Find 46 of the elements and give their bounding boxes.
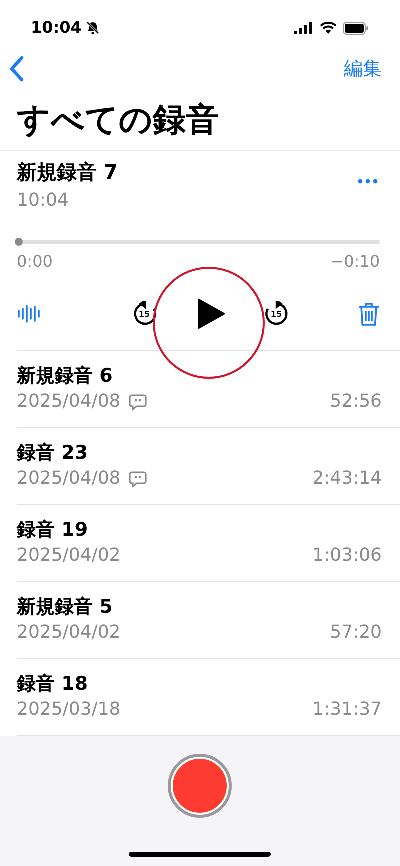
trash-icon bbox=[358, 302, 380, 326]
wifi-icon bbox=[320, 22, 337, 34]
recording-time: 10:04 bbox=[17, 189, 70, 213]
recording-duration: 2:43:14 bbox=[312, 467, 382, 491]
status-time: 10:04 bbox=[31, 17, 82, 39]
record-icon bbox=[173, 759, 227, 813]
recording-name: 新規録音 7 bbox=[17, 159, 118, 185]
page-title: すべての録音 bbox=[16, 99, 220, 141]
play-icon bbox=[196, 298, 226, 330]
bell-slash-icon bbox=[86, 21, 100, 35]
waveform-button[interactable] bbox=[17, 302, 41, 326]
skip-back-button[interactable]: 15 bbox=[132, 301, 158, 327]
progress-thumb[interactable] bbox=[15, 238, 23, 246]
skip-forward-button[interactable]: 15 bbox=[264, 301, 290, 327]
recording-name: 録音 18 bbox=[17, 672, 90, 697]
back-icon bbox=[9, 56, 25, 82]
recording-row[interactable]: 録音 19 2025/04/02 1:03:06 bbox=[17, 505, 400, 582]
recording-date: 2025/04/08 bbox=[17, 467, 121, 491]
remaining-time: −0:10 bbox=[330, 251, 380, 273]
recording-row[interactable]: 新規録音 5 2025/04/02 57:20 bbox=[17, 582, 400, 659]
recording-name: 録音 19 bbox=[17, 518, 90, 543]
recording-row[interactable]: 録音 23 2025/04/08 2:43:14 bbox=[17, 428, 400, 505]
play-button[interactable] bbox=[196, 298, 226, 330]
recording-date: 2025/04/02 bbox=[17, 621, 121, 645]
recording-duration: 1:03:06 bbox=[312, 544, 382, 568]
recording-date: 2025/04/08 bbox=[17, 390, 121, 414]
comment-icon bbox=[128, 470, 147, 488]
recording-name: 新規録音 5 bbox=[17, 595, 114, 620]
delete-button[interactable] bbox=[358, 302, 380, 326]
recording-duration: 52:56 bbox=[330, 390, 382, 414]
signal-icon bbox=[294, 22, 314, 34]
recording-duration: 1:31:37 bbox=[312, 698, 382, 722]
edit-button[interactable]: 編集 bbox=[344, 54, 382, 84]
back-button[interactable] bbox=[9, 56, 25, 82]
more-icon bbox=[358, 179, 378, 184]
waveform-icon bbox=[17, 302, 41, 326]
recording-row[interactable]: 新規録音 6 2025/04/08 52:56 bbox=[17, 351, 400, 428]
elapsed-time: 0:00 bbox=[17, 251, 53, 273]
recording-name: 録音 23 bbox=[17, 441, 90, 466]
recording-name: 新規録音 6 bbox=[17, 364, 114, 389]
recording-duration: 57:20 bbox=[330, 621, 382, 645]
recording-date: 2025/04/02 bbox=[17, 544, 121, 568]
more-button[interactable] bbox=[358, 179, 378, 184]
battery-icon bbox=[343, 22, 369, 34]
comment-icon bbox=[128, 394, 147, 410]
recording-date: 2025/03/18 bbox=[17, 698, 121, 722]
